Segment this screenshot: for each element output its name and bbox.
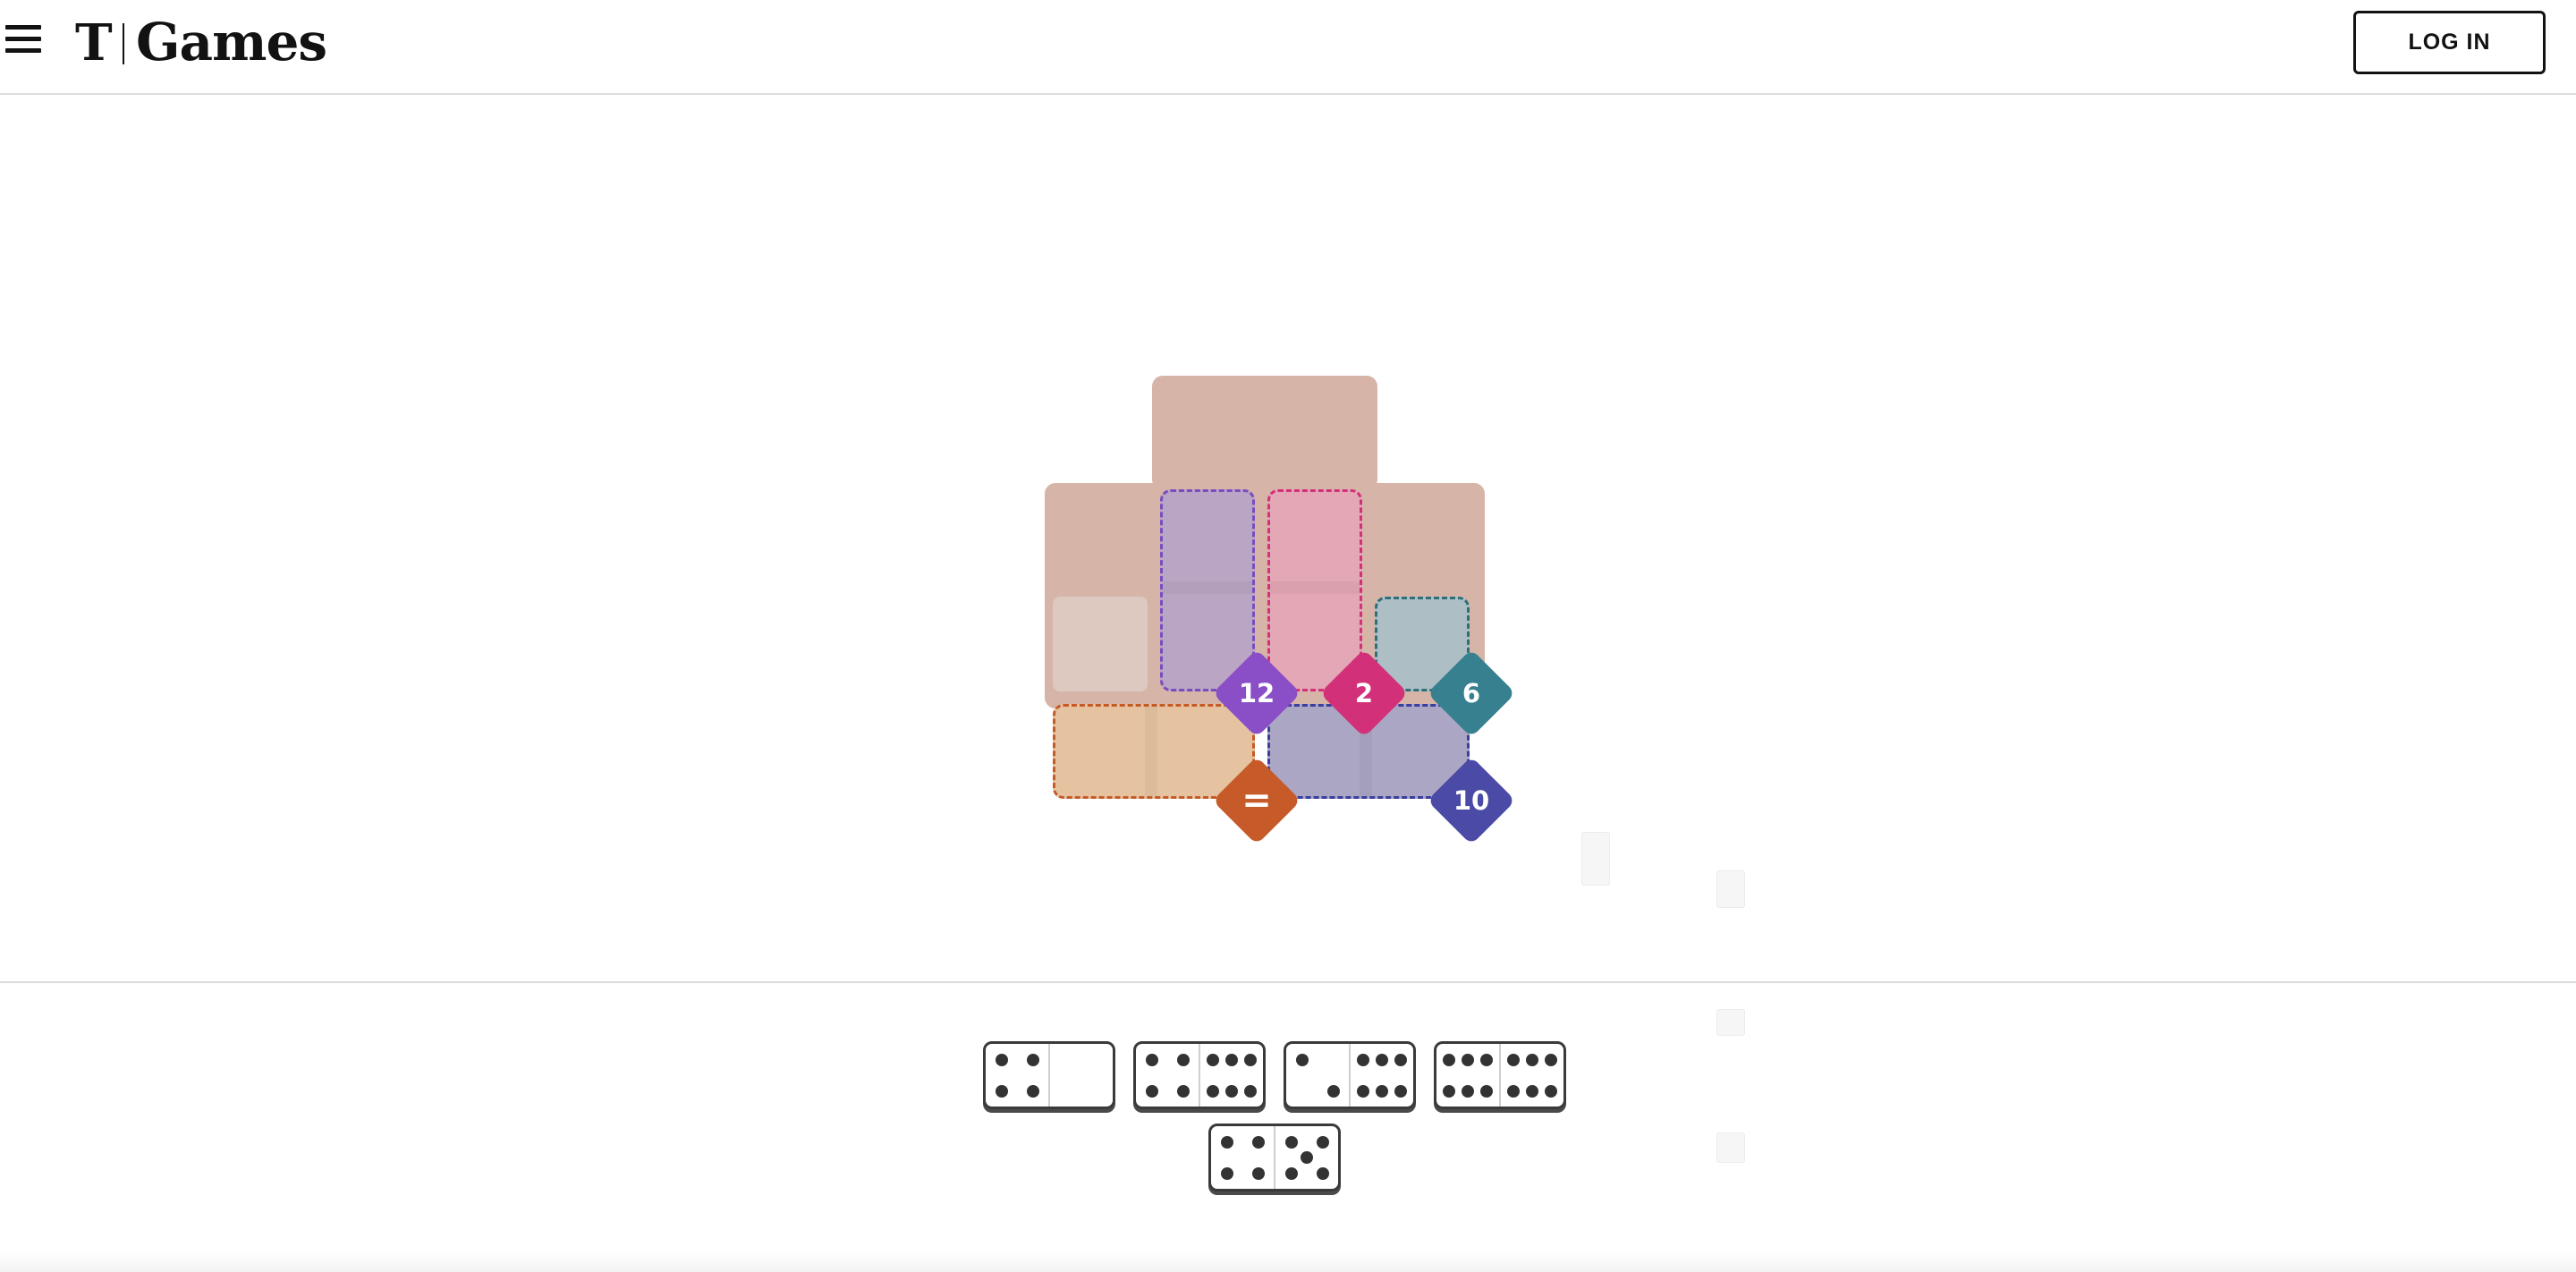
pip	[1145, 1084, 1158, 1098]
domino-half	[1211, 1126, 1274, 1189]
empty-board-cell[interactable]	[1053, 597, 1148, 691]
domino-tile[interactable]	[1208, 1124, 1341, 1191]
pip	[1026, 1053, 1039, 1066]
pip	[1251, 1166, 1265, 1180]
domino-half	[1436, 1044, 1499, 1107]
pip	[1284, 1166, 1298, 1180]
pip	[1207, 1084, 1219, 1098]
pip	[1176, 1053, 1190, 1066]
domino-half	[1199, 1044, 1263, 1107]
pip	[1526, 1084, 1538, 1098]
pip	[1376, 1053, 1388, 1066]
pip	[1225, 1053, 1238, 1066]
board-tray-divider	[0, 981, 2576, 983]
cell-separator	[1145, 707, 1157, 796]
pip	[1176, 1084, 1190, 1098]
pip	[1507, 1084, 1520, 1098]
region-rule-label: 6	[1462, 678, 1481, 708]
domino-half	[986, 1044, 1048, 1107]
pip	[1244, 1084, 1257, 1098]
drop-placeholder	[1716, 1009, 1745, 1036]
pip	[995, 1084, 1008, 1098]
pip	[1443, 1053, 1455, 1066]
pip	[1480, 1084, 1493, 1098]
pip	[1220, 1135, 1233, 1149]
logo-divider	[123, 23, 124, 64]
pip	[1357, 1053, 1369, 1066]
cell-separator	[1163, 581, 1252, 594]
login-button[interactable]: LOG IN	[2353, 11, 2546, 74]
pip	[1284, 1135, 1298, 1149]
domino-half	[1136, 1044, 1199, 1107]
games-logo-text[interactable]: Games	[136, 11, 327, 73]
region-rule-label: =	[1241, 780, 1272, 821]
pip	[1026, 1084, 1039, 1098]
pip	[1326, 1084, 1340, 1098]
pip	[1220, 1166, 1233, 1180]
pip	[1526, 1053, 1538, 1066]
pip	[1545, 1084, 1557, 1098]
domino-half	[1286, 1044, 1349, 1107]
drop-placeholder	[1716, 870, 1745, 908]
pip	[1207, 1053, 1219, 1066]
drop-placeholder	[1716, 1132, 1745, 1163]
domino-tile[interactable]	[983, 1041, 1115, 1109]
domino-tile[interactable]	[1434, 1041, 1566, 1109]
pip	[1480, 1053, 1493, 1066]
pip	[1244, 1053, 1257, 1066]
pip	[995, 1053, 1008, 1066]
pip	[1295, 1053, 1309, 1066]
pip	[1394, 1084, 1407, 1098]
pip	[1462, 1084, 1474, 1098]
hamburger-menu-icon[interactable]	[5, 25, 41, 61]
pip	[1545, 1053, 1557, 1066]
region-rule-label: 10	[1453, 785, 1490, 816]
domino-tile[interactable]	[1284, 1041, 1416, 1109]
domino-half	[1274, 1126, 1338, 1189]
pip	[1394, 1053, 1407, 1066]
drop-placeholder	[1581, 832, 1610, 886]
pip	[1376, 1084, 1388, 1098]
region-rule-label: 12	[1238, 678, 1275, 708]
bottom-fade	[0, 1252, 2576, 1272]
pip	[1225, 1084, 1238, 1098]
pip	[1462, 1053, 1474, 1066]
nyt-logo-mark[interactable]: T	[75, 14, 113, 72]
pip	[1357, 1084, 1369, 1098]
top-navigation-bar: T Games LOG IN	[0, 0, 2576, 95]
region-rule-label: 2	[1354, 678, 1374, 708]
domino-half	[1499, 1044, 1563, 1107]
pip	[1443, 1084, 1455, 1098]
domino-half	[1349, 1044, 1413, 1107]
pip	[1251, 1135, 1265, 1149]
pip	[1507, 1053, 1520, 1066]
pip	[1301, 1151, 1313, 1164]
pip	[1145, 1053, 1158, 1066]
pip	[1316, 1166, 1329, 1180]
domino-half	[1048, 1044, 1113, 1107]
board-frame	[1152, 376, 1377, 490]
pip	[1316, 1135, 1329, 1149]
cell-separator	[1270, 581, 1360, 594]
domino-tile[interactable]	[1133, 1041, 1266, 1109]
